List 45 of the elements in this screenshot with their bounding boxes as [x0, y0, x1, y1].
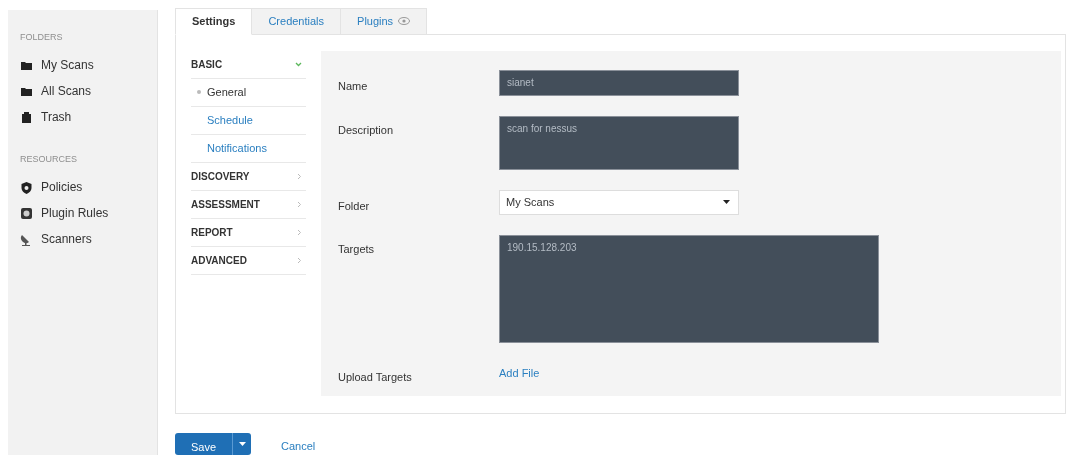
name-field[interactable]: sianet — [499, 69, 739, 96]
chevron-right-icon — [297, 256, 302, 264]
bullet-icon — [197, 90, 201, 95]
chevron-right-icon — [297, 200, 302, 208]
chevron-right-icon — [297, 228, 302, 236]
nav-group[interactable]: ASSESSMENT — [191, 190, 306, 219]
sidebar-item[interactable]: Scanners — [20, 226, 157, 252]
tab[interactable]: Plugins — [340, 8, 428, 35]
section-heading: RESOURCES — [20, 153, 78, 166]
section-heading: FOLDERS — [20, 31, 64, 44]
eye-icon — [398, 17, 411, 26]
satellite-dish-icon — [20, 232, 33, 246]
sidebar-item[interactable]: Trash — [20, 104, 157, 130]
caret-icon — [723, 200, 730, 205]
caret-icon — [238, 442, 246, 446]
field-label: Name — [338, 78, 369, 94]
sidebar-item[interactable]: Policies — [20, 174, 157, 200]
shield-icon — [20, 180, 33, 194]
chevron-right-icon — [297, 172, 302, 180]
description-field[interactable]: scan for nessus — [499, 115, 739, 170]
tab[interactable]: Settings — [175, 8, 253, 35]
sidebar-item[interactable]: Plugin Rules — [20, 200, 157, 226]
save-options-button[interactable] — [232, 433, 251, 455]
nav-group[interactable]: BASIC — [191, 50, 306, 79]
folder-select[interactable]: My Scans — [499, 189, 739, 215]
field-label: Description — [338, 122, 395, 138]
add-file-link[interactable]: Add File — [499, 358, 540, 379]
nav-item[interactable]: Schedule — [191, 106, 306, 135]
nav-group[interactable]: ADVANCED — [191, 246, 306, 275]
save-button[interactable]: Save — [175, 433, 232, 455]
sidebar-item[interactable]: My Scans — [20, 52, 157, 78]
tab[interactable]: Credentials — [251, 8, 342, 35]
nav-item[interactable]: Notifications — [191, 134, 306, 163]
sidebar-item[interactable]: All Scans — [20, 78, 157, 104]
nav-group[interactable]: REPORT — [191, 218, 306, 247]
trash-icon — [20, 110, 33, 124]
nav-group[interactable]: DISCOVERY — [191, 162, 306, 191]
nav-item[interactable]: General — [191, 78, 306, 107]
plug-icon — [20, 206, 33, 220]
chevron-down-icon — [295, 61, 302, 67]
targets-field[interactable]: 190.15.128.203 — [499, 234, 879, 343]
field-label: Folder — [338, 198, 371, 214]
field-label: Targets — [338, 241, 376, 257]
cancel-link[interactable]: Cancel — [281, 433, 316, 452]
field-label: Upload Targets — [338, 369, 413, 383]
